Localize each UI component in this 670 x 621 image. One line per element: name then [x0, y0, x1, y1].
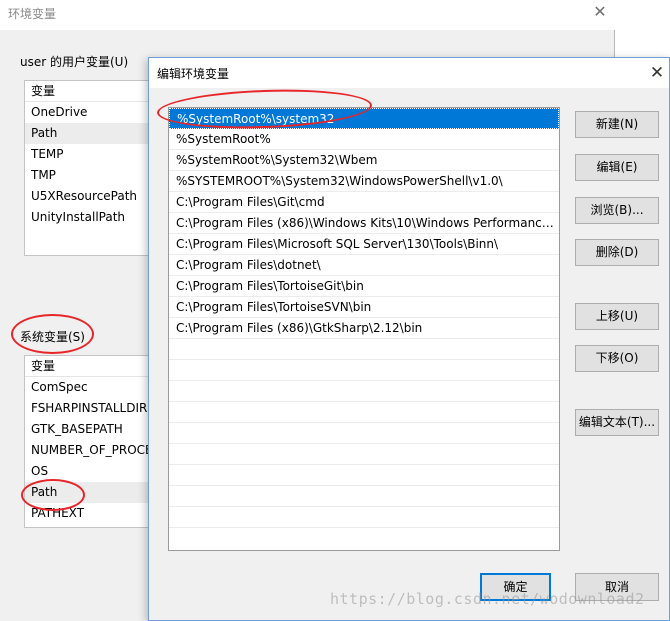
move-up-button[interactable]: 上移(U) — [575, 303, 659, 330]
new-button[interactable]: 新建(N) — [575, 111, 659, 138]
system-list-header[interactable]: 变量 — [25, 356, 153, 377]
system-var-row[interactable]: NUMBER_OF_PROCE — [25, 440, 153, 461]
path-entry[interactable]: %SystemRoot%\System32\Wbem — [169, 150, 559, 171]
user-var-row[interactable]: OneDrive — [25, 102, 153, 123]
path-entry[interactable]: C:\Program Files\TortoiseSVN\bin — [169, 297, 559, 318]
edit-text-button[interactable]: 编辑文本(T)... — [575, 409, 659, 436]
empty-path-slot[interactable] — [169, 486, 559, 507]
system-variables-group-label: 系统变量(S) — [20, 330, 85, 344]
system-var-row[interactable]: OS — [25, 461, 153, 482]
path-entries-list[interactable]: %SystemRoot%\system32 %SystemRoot% %Syst… — [168, 107, 560, 551]
path-entry[interactable]: C:\Program Files (x86)\Windows Kits\10\W… — [169, 213, 559, 234]
move-down-button[interactable]: 下移(O) — [575, 345, 659, 372]
system-var-row[interactable]: FSHARPINSTALLDIR — [25, 398, 153, 419]
path-entry[interactable]: C:\Program Files\Git\cmd — [169, 192, 559, 213]
dialog-title-bar: 编辑环境变量 ✕ — [149, 58, 669, 88]
dialog-close-icon[interactable]: ✕ — [645, 60, 669, 86]
edit-environment-variable-dialog: 编辑环境变量 ✕ %SystemRoot%\system32 %SystemRo… — [148, 57, 670, 621]
path-entry[interactable]: C:\Program Files (x86)\GtkSharp\2.12\bin — [169, 318, 559, 339]
user-var-row[interactable]: UnityInstallPath — [25, 207, 153, 228]
dialog-title: 编辑环境变量 — [157, 67, 230, 81]
empty-path-slot[interactable] — [169, 360, 559, 381]
empty-path-slot[interactable] — [169, 339, 559, 360]
path-entry[interactable]: C:\Program Files\dotnet\ — [169, 255, 559, 276]
bg-window-title: 环境变量 — [8, 7, 57, 21]
path-entry[interactable]: C:\Program Files\Microsoft SQL Server\13… — [169, 234, 559, 255]
empty-path-slot[interactable] — [169, 465, 559, 486]
system-var-row[interactable]: ComSpec — [25, 377, 153, 398]
system-variables-list[interactable]: 变量 ComSpec FSHARPINSTALLDIR GTK_BASEPATH… — [24, 355, 154, 528]
empty-path-slot[interactable] — [169, 381, 559, 402]
empty-path-slot[interactable] — [169, 444, 559, 465]
user-var-row[interactable]: Path — [25, 123, 153, 144]
system-var-row[interactable]: GTK_BASEPATH — [25, 419, 153, 440]
system-var-row[interactable]: Path — [25, 482, 153, 503]
browse-button[interactable]: 浏览(B)... — [575, 197, 659, 224]
system-var-row[interactable]: PATHEXT — [25, 503, 153, 524]
path-entry[interactable]: %SystemRoot%\system32 — [169, 108, 559, 129]
user-variables-list[interactable]: 变量 OneDrive Path TEMP TMP U5XResourcePat… — [24, 80, 154, 256]
empty-path-slot[interactable] — [169, 507, 559, 528]
empty-path-slot[interactable] — [169, 423, 559, 444]
user-list-header[interactable]: 变量 — [25, 81, 153, 102]
user-var-row[interactable]: TEMP — [25, 144, 153, 165]
bg-title-bar: 环境变量 ✕ — [0, 0, 615, 30]
delete-button[interactable]: 删除(D) — [575, 239, 659, 266]
user-variables-group-label: user 的用户变量(U) — [20, 55, 129, 69]
user-var-row[interactable]: TMP — [25, 165, 153, 186]
bg-close-icon[interactable]: ✕ — [588, 1, 612, 25]
empty-path-slot[interactable] — [169, 402, 559, 423]
watermark: https://blog.csdn.net/wodownload2 — [330, 590, 645, 608]
user-var-row[interactable]: U5XResourcePath — [25, 186, 153, 207]
path-entry[interactable]: %SYSTEMROOT%\System32\WindowsPowerShell\… — [169, 171, 559, 192]
path-entry[interactable]: C:\Program Files\TortoiseGit\bin — [169, 276, 559, 297]
edit-button[interactable]: 编辑(E) — [575, 154, 659, 181]
path-entry[interactable]: %SystemRoot% — [169, 129, 559, 150]
